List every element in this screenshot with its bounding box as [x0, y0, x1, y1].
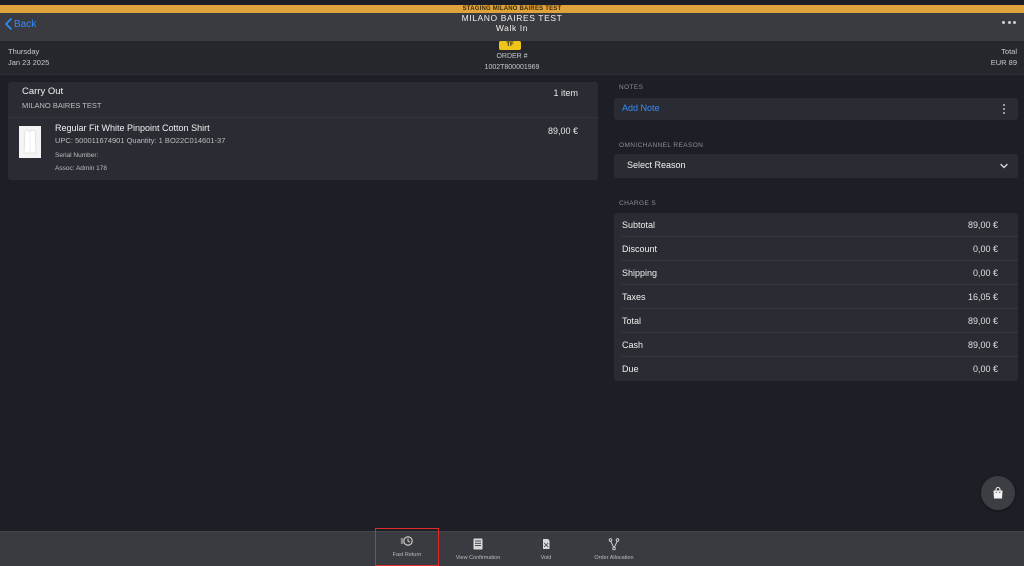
charge-row-total: Total 89,00 € — [614, 309, 1018, 333]
shirt-icon — [19, 126, 41, 158]
charge-label: Discount — [622, 244, 658, 254]
charge-label: Taxes — [622, 292, 646, 302]
order-info-bar: Thursday Jan 23 2025 TF ORDER # 1002T800… — [0, 41, 1024, 75]
product-name[interactable]: Regular Fit White Pinpoint Cotton Shirt — [55, 123, 210, 133]
charge-label: Total — [622, 316, 642, 326]
tab-label: View Confirmation — [455, 555, 501, 561]
charges-section-label: CHARGE S — [619, 200, 657, 207]
shopping-bag-button[interactable] — [981, 476, 1015, 510]
charge-value: 89,00 € — [967, 220, 998, 230]
status-badge: TF — [499, 41, 521, 50]
charge-row-taxes: Taxes 16,05 € — [614, 285, 1018, 309]
associate: Assoc: Admin 178 — [55, 165, 108, 172]
more-options-icon[interactable] — [1002, 17, 1016, 27]
add-note-button[interactable]: Add Note — [622, 103, 660, 113]
reason-select-value: Select Reason — [627, 160, 686, 170]
chevron-down-icon — [1000, 163, 1008, 169]
notes-section-label: NOTES — [619, 84, 644, 91]
order-label: ORDER # — [496, 53, 528, 60]
charge-row-subtotal: Subtotal 89,00 € — [614, 213, 1018, 237]
fulfillment-header: Carry Out MILANO BAIRES TEST 1 item — [8, 82, 598, 118]
fulfillment-type: Carry Out — [22, 86, 64, 97]
charges-table: Subtotal 89,00 € Discount 0,00 € Shippin… — [614, 213, 1018, 381]
allocation-icon — [608, 538, 620, 551]
charge-value: 0,00 € — [972, 268, 998, 278]
charge-label: Subtotal — [622, 220, 656, 230]
tab-label: Void — [540, 555, 552, 561]
serial-number: Serial Number: — [55, 152, 99, 159]
order-type: Walk In — [495, 23, 529, 33]
charge-value: 0,00 € — [972, 364, 998, 374]
total-value: EUR 89 — [990, 58, 1017, 67]
receipt-icon — [473, 538, 483, 550]
charge-value: 89,00 € — [967, 316, 998, 326]
tab-void[interactable]: Void — [515, 532, 577, 566]
shopping-bag-icon — [993, 486, 1003, 499]
header: Back MILANO BAIRES TEST Walk In — [0, 13, 1024, 41]
reason-select[interactable]: Select Reason — [614, 154, 1018, 178]
total-label: Total — [1001, 47, 1017, 56]
omnichannel-section-label: OMNICHANNEL REASON — [619, 142, 704, 149]
charge-row-due: Due 0,00 € — [614, 357, 1018, 381]
item-count: 1 item — [553, 88, 578, 98]
notes-more-icon[interactable] — [1003, 104, 1006, 114]
charge-label: Cash — [622, 340, 644, 350]
order-number: 1002T800001969 — [484, 64, 540, 71]
product-image[interactable] — [19, 126, 41, 158]
fast-return-icon — [400, 536, 413, 546]
product-price: 89,00 € — [547, 126, 578, 136]
fulfillment-store: MILANO BAIRES TEST — [22, 101, 102, 110]
store-title: MILANO BAIRES TEST — [461, 13, 563, 23]
notes-box: Add Note — [614, 98, 1018, 120]
product-details: UPC: 500011674901 Quantity: 1 BO22C01460… — [55, 136, 226, 145]
tab-label: Fast Return — [392, 552, 422, 558]
tab-order-allocation[interactable]: Order Allocation — [583, 532, 645, 566]
charge-label: Shipping — [622, 268, 658, 278]
charge-row-cash: Cash 89,00 € — [614, 333, 1018, 357]
bottom-toolbar: Fast Return View Confirmation Void Order… — [0, 528, 1024, 566]
staging-banner: STAGING MILANO BAIRES TEST — [0, 5, 1024, 13]
charge-value: 16,05 € — [967, 292, 998, 302]
charge-value: 0,00 € — [972, 244, 998, 254]
charge-label: Due — [622, 364, 639, 374]
void-icon — [543, 539, 550, 549]
tab-label: Order Allocation — [594, 555, 634, 561]
charge-value: 89,00 € — [967, 340, 998, 350]
charge-row-discount: Discount 0,00 € — [614, 237, 1018, 261]
order-card: Carry Out MILANO BAIRES TEST 1 item Regu… — [8, 82, 598, 180]
tab-fast-return[interactable]: Fast Return — [375, 528, 439, 566]
tab-view-confirmation[interactable]: View Confirmation — [447, 532, 509, 566]
charge-row-shipping: Shipping 0,00 € — [614, 261, 1018, 285]
